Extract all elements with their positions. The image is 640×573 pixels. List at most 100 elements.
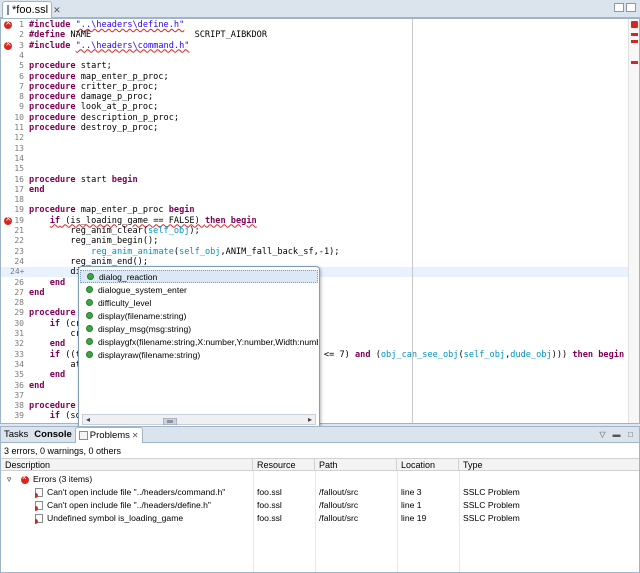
code-line[interactable]: 3 #include "..\headers\command.h"	[1, 39, 629, 51]
code-line[interactable]: 23 reg_anim_animate(self_obj,ANIM_fall_b…	[1, 247, 629, 257]
completion-item[interactable]: display(filename:string)	[80, 309, 318, 322]
function-icon	[86, 351, 93, 358]
table-row[interactable]: Can't open include file "../headers/comm…	[1, 486, 639, 498]
code-line[interactable]: 10 procedure description_p_proc;	[1, 113, 629, 123]
line-number: 29	[14, 308, 24, 318]
content-assist-popup[interactable]: dialog_reaction dialogue_system_enter diff…	[78, 266, 320, 430]
error-group-text: Errors (3 items)	[33, 474, 93, 484]
minimize-icon[interactable]: ▬	[612, 430, 621, 439]
tab-tasks[interactable]: Tasks	[1, 427, 31, 443]
code-line[interactable]: 12	[1, 133, 629, 143]
tab-label: Tasks	[4, 429, 29, 440]
function-icon	[86, 325, 93, 332]
completion-item[interactable]: displaygfx(filename:string,X:number,Y:nu…	[80, 335, 318, 348]
code-text[interactable]: di	[29, 267, 80, 277]
code-line[interactable]: 5 procedure start;	[1, 61, 629, 71]
scroll-right-icon[interactable]: ▸	[305, 415, 315, 424]
completion-item[interactable]: display_msg(msg:string)	[80, 322, 318, 335]
completion-item[interactable]: difficulty_level	[80, 296, 318, 309]
line-number: 19	[14, 205, 24, 215]
maximize-icon[interactable]: □	[626, 430, 635, 439]
completion-item[interactable]: dialog_reaction	[80, 270, 318, 283]
code-line[interactable]: 18	[1, 195, 629, 205]
code-text[interactable]: end	[29, 370, 66, 380]
code-line[interactable]: 13	[1, 144, 629, 154]
code-line[interactable]: 2 #define NAME SCRIPT_AIBKDOR	[1, 30, 629, 40]
view-menu-icon[interactable]: ▽	[598, 430, 607, 439]
code-line[interactable]: 1 #include "..\headers\define.h"	[1, 18, 629, 30]
editor-tab-foo-ssl[interactable]: *foo.ssl ✕	[2, 1, 61, 18]
error-marker[interactable]	[631, 61, 638, 64]
code-line[interactable]: 19 if (is_loading_game == FALSE) then be…	[1, 214, 629, 226]
code-line[interactable]: 4	[1, 51, 629, 61]
code-text[interactable]: procedure description_p_proc;	[29, 113, 179, 123]
code-text[interactable]: procedure damage_p_proc;	[29, 92, 153, 102]
code-text[interactable]: reg_anim_clear(self_obj);	[29, 226, 199, 236]
error-group-label: Errors (3 items)	[21, 473, 92, 485]
code-text[interactable]: procedure map_enter_p_proc begin	[29, 205, 195, 215]
code-text[interactable]: cr	[29, 329, 80, 339]
code-text[interactable]: end	[29, 278, 66, 288]
minimize-icon[interactable]	[614, 3, 624, 12]
code-text[interactable]: end	[29, 288, 45, 298]
code-text[interactable]: #include "..\headers\command.h"	[29, 41, 189, 51]
code-line[interactable]: 22 reg_anim_begin();	[1, 236, 629, 246]
code-line[interactable]: 6 procedure map_enter_p_proc;	[1, 72, 629, 82]
code-text[interactable]: procedure	[29, 401, 76, 411]
completion-item[interactable]: displayraw(filename:string)	[80, 348, 318, 361]
expand-icon[interactable]: ▿	[7, 473, 11, 485]
column-description[interactable]: Description	[1, 459, 253, 471]
column-type[interactable]: Type	[459, 459, 639, 471]
horizontal-scrollbar[interactable]: ◂ ▸	[82, 414, 316, 426]
code-text[interactable]: if (is_loading_game == FALSE) then begin	[29, 216, 257, 226]
scroll-left-icon[interactable]: ◂	[83, 415, 93, 424]
code-text[interactable]: procedure start begin	[29, 175, 138, 185]
code-text[interactable]: reg_anim_begin();	[29, 236, 158, 246]
function-icon	[87, 273, 94, 280]
table-row[interactable]: Can't open include file "../headers/defi…	[1, 499, 639, 511]
code-line[interactable]: 17 end	[1, 185, 629, 195]
error-marker[interactable]	[631, 33, 638, 36]
line-number: 22	[14, 236, 24, 246]
code-line[interactable]: 7 procedure critter_p_proc;	[1, 82, 629, 92]
code-text[interactable]: procedure start;	[29, 61, 112, 71]
code-line[interactable]: 21 reg_anim_clear(self_obj);	[1, 226, 629, 236]
tab-console[interactable]: Console	[31, 427, 74, 443]
code-text[interactable]: procedure map_enter_p_proc;	[29, 72, 169, 82]
line-number: 14	[14, 153, 24, 163]
column-resource[interactable]: Resource	[253, 459, 315, 471]
line-number: 15	[14, 164, 24, 174]
column-path[interactable]: Path	[315, 459, 397, 471]
code-text[interactable]: procedure destroy_p_proc;	[29, 123, 158, 133]
code-line[interactable]: 16 procedure start begin	[1, 175, 629, 185]
code-text[interactable]: end	[29, 185, 45, 195]
column-location[interactable]: Location	[397, 459, 459, 471]
code-text[interactable]: end	[29, 339, 66, 349]
code-line[interactable]: 15	[1, 164, 629, 174]
overview-ruler[interactable]	[628, 19, 639, 423]
code-text[interactable]: #include "..\headers\define.h"	[29, 20, 184, 30]
code-line[interactable]: 11 procedure destroy_p_proc;	[1, 123, 629, 133]
maximize-icon[interactable]	[626, 3, 636, 12]
code-line[interactable]: 9 procedure look_at_p_proc;	[1, 102, 629, 112]
close-icon[interactable]: ✕	[53, 5, 61, 16]
code-text[interactable]: end	[29, 381, 45, 391]
error-group-row[interactable]: ▿ Errors (3 items)	[1, 473, 639, 485]
scroll-thumb[interactable]	[162, 416, 178, 426]
code-line[interactable]: 19 procedure map_enter_p_proc begin	[1, 205, 629, 215]
error-marker[interactable]	[631, 40, 638, 43]
completion-item[interactable]: dialogue_system_enter	[80, 283, 318, 296]
code-text[interactable]: at	[29, 360, 80, 370]
code-text[interactable]: reg_anim_animate(self_obj,ANIM_fall_back…	[29, 247, 339, 257]
code-line[interactable]: 8 procedure damage_p_proc;	[1, 92, 629, 102]
code-line[interactable]: 14	[1, 154, 629, 164]
code-text[interactable]: procedure critter_p_proc;	[29, 82, 158, 92]
tab-problems[interactable]: Problems ✕	[74, 426, 143, 443]
code-text[interactable]: procedure look_at_p_proc;	[29, 102, 158, 112]
code-text[interactable]: #define NAME SCRIPT_AIBKDOR	[29, 30, 267, 40]
line-number: 37	[14, 390, 24, 400]
code-text[interactable]: procedure	[29, 308, 76, 318]
table-row[interactable]: Undefined symbol is_loading_game foo.ssl /…	[1, 512, 639, 524]
cell-path: /fallout/src	[319, 500, 359, 510]
close-icon[interactable]: ✕	[132, 431, 139, 440]
